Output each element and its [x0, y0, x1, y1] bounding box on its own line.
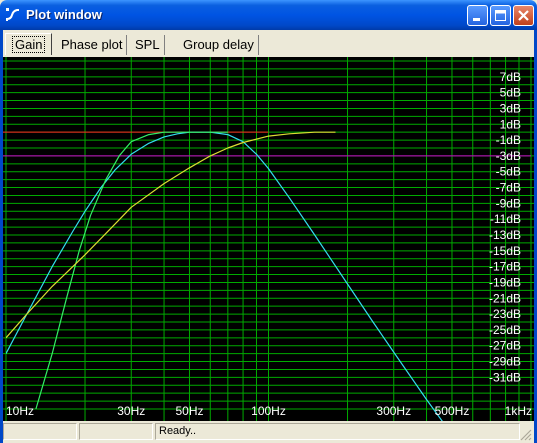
tab-gain-label: Gain [12, 36, 46, 53]
y-tick-label: -11dB [490, 212, 521, 226]
y-tick-label: -13dB [489, 228, 521, 242]
y-tick-label: 5dB [500, 86, 521, 100]
tab-phase-plot-label: Phase plot [61, 37, 123, 52]
x-tick-label: 1kHz [505, 404, 532, 418]
gain-chart-svg: 7dB 5dB3dB 1dB -1dB -3dB -5dB -7dB-9dB -11dB -13… [3, 57, 534, 421]
y-tick-label: 3dB [500, 101, 521, 115]
y-tick-label: -7dB [496, 181, 521, 195]
y-tick-label: -25dB [489, 323, 521, 337]
y-tick-label: -19dB [489, 275, 521, 289]
x-tick-label: 50Hz [175, 404, 203, 418]
y-tick-label: -23dB [489, 307, 521, 321]
maximize-button[interactable] [490, 5, 511, 26]
resize-grip-icon[interactable] [520, 429, 532, 441]
x-tick-label: 100Hz [251, 404, 286, 418]
tab-spl[interactable]: SPL [131, 35, 165, 55]
y-tick-label: -9dB [496, 196, 521, 210]
minimize-button[interactable] [467, 5, 488, 26]
x-tick-label: 10Hz [6, 404, 34, 418]
status-panel-2 [79, 423, 153, 440]
status-message: Ready.. [155, 423, 520, 440]
y-tick-label: -3dB [496, 149, 521, 163]
plot-app-icon [6, 8, 19, 21]
tab-phase-plot[interactable]: Phase plot [57, 35, 128, 55]
gain-plot[interactable]: 7dB 5dB 3dB 1dB -1dB -3dB -5dB -7dB -9dB -11dB -13… [3, 57, 534, 421]
y-tick-label: -27dB [489, 339, 521, 353]
y-tick-label: -1dB [496, 133, 521, 147]
tab-group-delay[interactable]: Group delay [179, 35, 259, 55]
tab-strip: Gain Phase plot SPL Group delay [3, 33, 534, 57]
x-tick-label: 300Hz [376, 404, 411, 418]
status-panel-1 [3, 423, 77, 440]
y-tick-label: -5dB [496, 165, 521, 179]
tab-group-delay-label: Group delay [183, 37, 254, 52]
response-curve-2 [35, 131, 228, 410]
title-bar[interactable]: Plot window [0, 0, 537, 30]
y-tick-label: -29dB [489, 355, 521, 369]
y-tick-label: -15dB [489, 244, 521, 258]
maximize-icon [495, 10, 506, 21]
close-button[interactable] [513, 5, 534, 26]
status-bar: Ready.. [3, 421, 534, 443]
y-tick-label: -31dB [489, 370, 521, 384]
close-icon [518, 10, 529, 21]
y-tick-label: 7dB [500, 70, 521, 84]
tab-gain[interactable]: Gain [5, 33, 53, 55]
y-tick-label: -21dB [489, 291, 521, 305]
x-tick-label: 30Hz [117, 404, 145, 418]
x-tick-label: 500Hz [435, 404, 470, 418]
y-tick-label: -17dB [489, 260, 521, 274]
minimize-icon [473, 18, 480, 21]
y-tick-label: 1dB [500, 117, 521, 131]
tab-spl-label: SPL [135, 37, 160, 52]
window-title: Plot window [26, 7, 102, 22]
